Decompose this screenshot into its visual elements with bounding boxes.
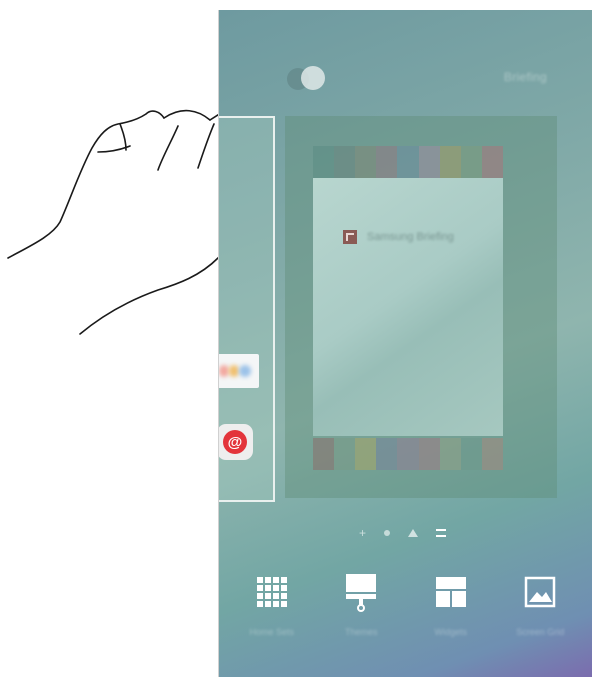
color-strip-top [313,146,503,178]
strip-segment [397,438,419,470]
page-dot-icon[interactable] [384,530,391,536]
strip-segment [439,146,461,178]
screen-grid-button[interactable]: Screen Grid [500,572,580,638]
strip-segment [376,438,398,470]
strip-segment [355,438,377,470]
widget-title: Samsung Briefing [367,231,454,243]
strip-segment [397,146,419,178]
home-page-icon[interactable] [408,529,419,537]
color-strip-bottom [313,438,503,470]
left-page-widget[interactable] [219,354,259,388]
phone-screen: Briefing @ Samsung Briefing + Home Sets … [218,10,592,677]
touch-point-indicator [301,66,325,90]
current-page-icon[interactable] [436,529,447,537]
screen-grid-label: Screen Grid [516,627,565,637]
strip-segment [355,146,377,178]
page-title: Briefing [503,70,547,84]
home-sets-button[interactable]: Home Sets [232,572,312,638]
add-page-icon[interactable]: + [359,526,366,540]
flipboard-logo-icon [343,230,357,244]
email-app-icon[interactable]: @ [219,424,253,460]
strip-segment [439,438,461,470]
strip-segment [334,438,356,470]
left-home-page[interactable]: @ [219,116,275,502]
strip-segment [481,438,503,470]
strip-segment [481,146,503,178]
strip-segment [313,438,335,470]
wallpaper-brush-icon [341,572,381,612]
themes-button[interactable]: Themes [321,572,401,638]
at-sign-icon: @ [223,430,247,454]
strip-segment [460,438,482,470]
edit-options-bar: Home Sets Themes Widgets Screen Grid [219,572,592,638]
apps-grid-icon [252,572,292,612]
briefing-widget[interactable]: Samsung Briefing [313,178,503,436]
themes-label: Themes [344,627,378,637]
image-icon [520,572,560,612]
page-indicator: + [359,526,447,540]
widgets-icon [431,572,471,612]
strip-segment [460,146,482,178]
strip-segment [418,438,440,470]
widgets-button[interactable]: Widgets [411,572,491,638]
current-home-page[interactable]: Samsung Briefing [285,116,557,498]
widgets-label: Widgets [434,627,467,637]
strip-segment [418,146,440,178]
strip-segment [334,146,356,178]
strip-segment [313,146,335,178]
strip-segment [376,146,398,178]
home-sets-label: Home Sets [249,627,295,637]
